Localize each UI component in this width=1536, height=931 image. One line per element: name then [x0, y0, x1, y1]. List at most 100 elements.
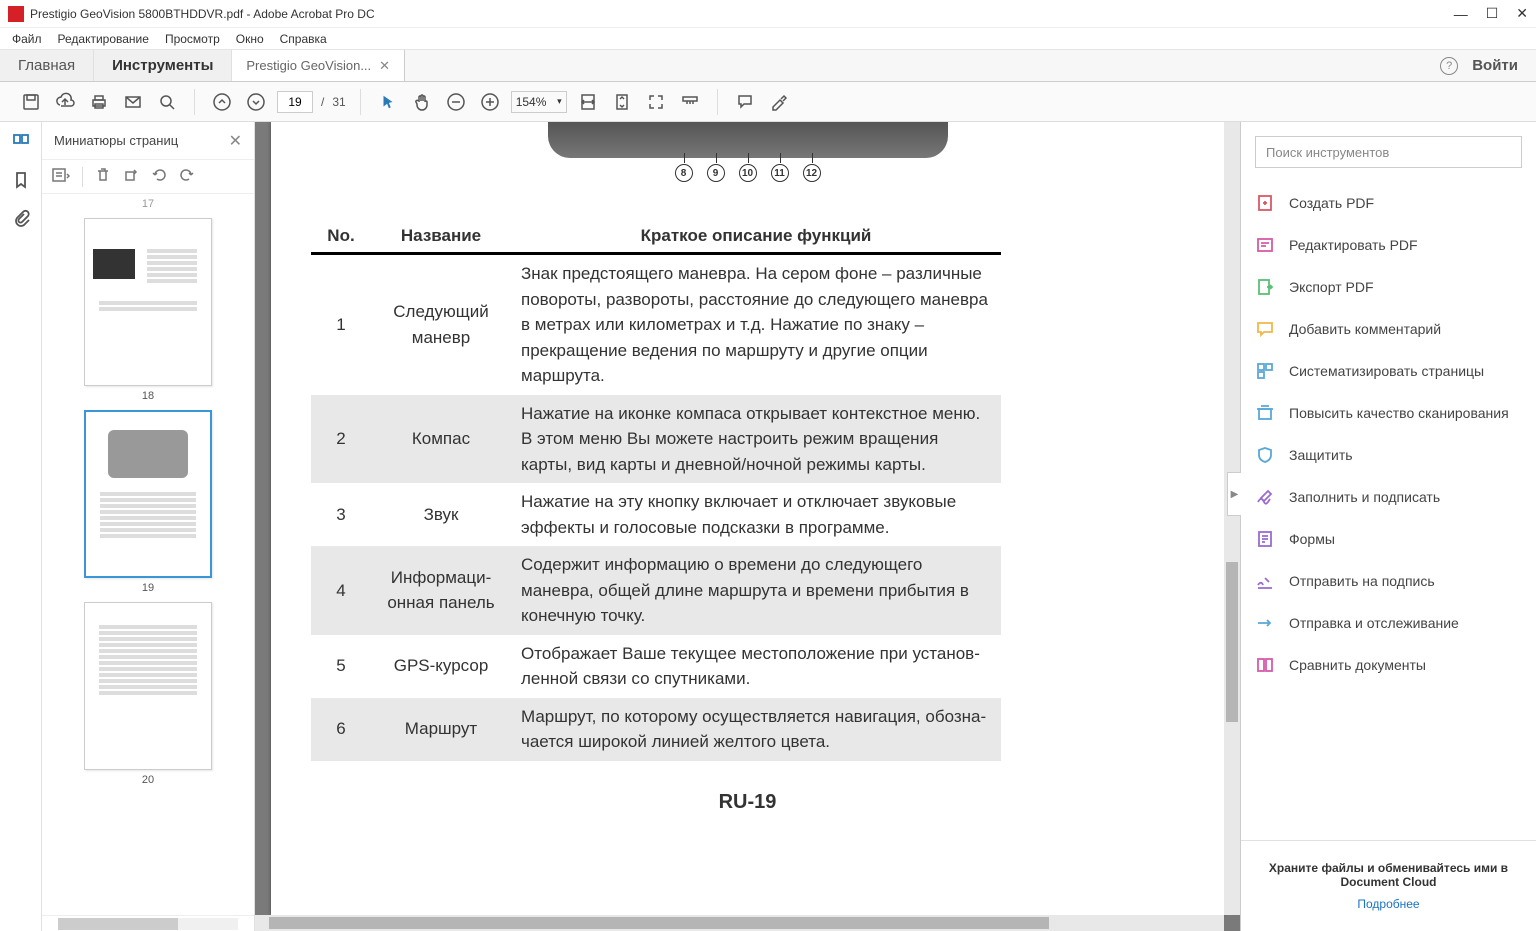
thumbnail-page-20[interactable] [84, 602, 212, 770]
thumbnail-page-18[interactable] [84, 218, 212, 386]
menu-edit[interactable]: Редактирование [58, 32, 149, 46]
maximize-button[interactable]: ☐ [1486, 5, 1499, 22]
table-row: 3ЗвукНажатие на эту кнопку включает и от… [311, 483, 1001, 546]
zoom-in-icon[interactable] [480, 92, 500, 112]
tab-tools[interactable]: Инструменты [94, 50, 232, 81]
tool-export-pdf[interactable]: Экспорт PDF [1255, 266, 1522, 308]
redo-icon[interactable] [179, 167, 195, 186]
rotate-page-icon[interactable] [123, 167, 139, 186]
table-row: 6МаршрутМаршрут, по которому осуществляе… [311, 698, 1001, 761]
th-desc: Краткое описание функций [511, 220, 1001, 254]
table-row: 4Информаци- онная панельСодержит информа… [311, 546, 1001, 635]
thumb-label-19: 19 [42, 582, 254, 594]
tab-document[interactable]: Prestigio GeoVision... ✕ [232, 50, 405, 81]
callout-12: 12 [803, 164, 821, 182]
tool-fill-sign[interactable]: Заполнить и подписать [1255, 476, 1522, 518]
forms-icon [1255, 529, 1275, 549]
search-icon[interactable] [157, 92, 177, 112]
search-tools-placeholder: Поиск инструментов [1266, 145, 1389, 160]
tool-compare[interactable]: Сравнить документы [1255, 644, 1522, 686]
thumb-label-18: 18 [42, 390, 254, 402]
create-pdf-icon [1255, 193, 1275, 213]
doc-vscroll[interactable] [1224, 122, 1240, 915]
page-down-icon[interactable] [246, 92, 266, 112]
attachments-rail-icon[interactable] [11, 208, 31, 228]
fit-page-icon[interactable] [612, 92, 632, 112]
tool-edit-pdf[interactable]: Редактировать PDF [1255, 224, 1522, 266]
zoom-out-icon[interactable] [446, 92, 466, 112]
bookmarks-rail-icon[interactable] [11, 170, 31, 190]
fullscreen-icon[interactable] [646, 92, 666, 112]
export-pdf-icon [1255, 277, 1275, 297]
zoom-select[interactable]: 154%▾ [511, 91, 567, 113]
callout-8: 8 [675, 164, 693, 182]
main-area: Миниатюры страниц ✕ 17 18 19 [0, 122, 1536, 931]
thumbnails-rail-icon[interactable] [11, 132, 31, 152]
tool-organize-pages[interactable]: Систематизировать страницы [1255, 350, 1522, 392]
pointer-icon[interactable] [378, 92, 398, 112]
doc-hscroll[interactable] [255, 915, 1224, 931]
thumbnail-scroll[interactable]: 17 18 19 20 [42, 194, 254, 915]
tool-send-track[interactable]: Отправка и отслеживание [1255, 602, 1522, 644]
table-row: 5GPS-курсорОтображает Ваше текущее место… [311, 635, 1001, 698]
menu-file[interactable]: Файл [12, 32, 42, 46]
comment-tool-icon [1255, 319, 1275, 339]
thumbnail-panel-close-icon[interactable]: ✕ [229, 131, 242, 151]
signin-button[interactable]: Войти [1472, 57, 1518, 74]
delete-page-icon[interactable] [95, 167, 111, 186]
close-button[interactable]: ✕ [1516, 5, 1528, 22]
thumbnail-hscroll[interactable] [42, 915, 254, 931]
callout-9: 9 [707, 164, 725, 182]
mail-icon[interactable] [123, 92, 143, 112]
right-panel: ▶ Поиск инструментов Создать PDF Редакти… [1240, 122, 1536, 931]
footer-link[interactable]: Подробнее [1255, 897, 1522, 911]
thumbnail-page-19[interactable] [84, 410, 212, 578]
thumbnail-panel-title: Миниатюры страниц [54, 133, 178, 148]
fill-sign-icon [1255, 487, 1275, 507]
tool-protect[interactable]: Защитить [1255, 434, 1522, 476]
tool-enhance-scan[interactable]: Повысить качество сканирования [1255, 392, 1522, 434]
thumbnail-options-icon[interactable] [52, 168, 70, 185]
document-page[interactable]: 8 9 10 11 12 No. Название Краткое описан… [271, 122, 1224, 915]
search-tools-input[interactable]: Поиск инструментов [1255, 136, 1522, 168]
print-icon[interactable] [89, 92, 109, 112]
comment-icon[interactable] [735, 92, 755, 112]
table-row: 1Следующий маневрЗнак предстоящего манев… [311, 254, 1001, 395]
device-illustration: 8 9 10 11 12 [548, 122, 948, 158]
menu-help[interactable]: Справка [280, 32, 327, 46]
th-name: Название [371, 220, 511, 254]
organize-icon [1255, 361, 1275, 381]
tool-send-for-signature[interactable]: Отправить на подпись [1255, 560, 1522, 602]
collapse-right-panel-icon[interactable]: ▶ [1227, 472, 1241, 516]
tabbar: Главная Инструменты Prestigio GeoVision.… [0, 50, 1536, 82]
page-number-input[interactable] [277, 91, 313, 113]
send-track-icon [1255, 613, 1275, 633]
highlight-icon[interactable] [769, 92, 789, 112]
menubar: Файл Редактирование Просмотр Окно Справк… [0, 28, 1536, 50]
menu-window[interactable]: Окно [236, 32, 264, 46]
page-up-icon[interactable] [212, 92, 232, 112]
save-icon[interactable] [21, 92, 41, 112]
tab-close-icon[interactable]: ✕ [379, 58, 390, 74]
thumbnail-toolbar [42, 160, 254, 194]
help-icon[interactable]: ? [1440, 57, 1458, 75]
undo-icon[interactable] [151, 167, 167, 186]
minimize-button[interactable]: — [1454, 6, 1468, 22]
toolbar: / 31 154%▾ [0, 82, 1536, 122]
tool-create-pdf[interactable]: Создать PDF [1255, 182, 1522, 224]
th-no: No. [311, 220, 371, 254]
cloud-upload-icon[interactable] [55, 92, 75, 112]
fit-width-icon[interactable] [578, 92, 598, 112]
function-table: No. Название Краткое описание функций 1С… [311, 220, 1001, 761]
menu-view[interactable]: Просмотр [165, 32, 220, 46]
tool-forms[interactable]: Формы [1255, 518, 1522, 560]
table-row: 2КомпасНажатие на иконке компаса открыва… [311, 395, 1001, 484]
compare-icon [1255, 655, 1275, 675]
tab-home[interactable]: Главная [0, 50, 94, 81]
left-rail [0, 122, 42, 931]
thumbnail-panel: Миниатюры страниц ✕ 17 18 19 [42, 122, 255, 931]
read-mode-icon[interactable] [680, 92, 700, 112]
titlebar: Prestigio GeoVision 5800BTHDDVR.pdf - Ad… [0, 0, 1536, 28]
tool-add-comment[interactable]: Добавить комментарий [1255, 308, 1522, 350]
hand-icon[interactable] [412, 92, 432, 112]
